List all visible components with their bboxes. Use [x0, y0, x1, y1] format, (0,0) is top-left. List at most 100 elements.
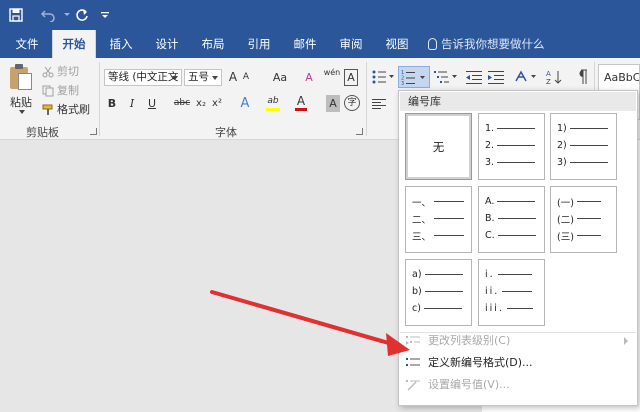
tile-line: 一、 [412, 195, 465, 209]
numbering-none-label: 无 [432, 139, 445, 154]
numbering-tile-lower-alpha[interactable]: a) b) c) [405, 259, 472, 326]
svg-text:A: A [546, 70, 551, 78]
tab-file[interactable]: 文件 [6, 30, 48, 58]
numbering-library-dropdown: 编号库 无 1. 2. 3. 1) 2) 3) 一、 二、 三、 A. B. C… [398, 90, 638, 406]
multilevel-list-button[interactable] [434, 70, 458, 87]
numbering-tile-chinese[interactable]: 一、 二、 三、 [405, 186, 472, 253]
phonetic-guide-button[interactable]: wén [322, 68, 342, 85]
asian-layout-icon [515, 70, 536, 82]
enclose-characters-button[interactable]: 字 [344, 95, 360, 111]
numbering-library-header: 编号库 [400, 92, 636, 111]
bold-button[interactable]: B [106, 95, 118, 112]
bullets-icon [372, 70, 394, 84]
lightbulb-icon [428, 38, 437, 50]
highlight-color-bar [266, 108, 280, 111]
tile-line: ii. [485, 285, 533, 298]
save-icon[interactable] [6, 5, 26, 25]
redo-icon[interactable] [72, 5, 92, 25]
set-numbering-value-item[interactable]: 设置编号值(V)... [400, 375, 636, 395]
text-effects-button[interactable]: A [238, 95, 252, 112]
italic-button[interactable]: I [126, 95, 138, 112]
font-color-button[interactable]: A [294, 93, 308, 111]
change-list-level-item[interactable]: 更改列表级别(C) [400, 331, 636, 351]
tile-line: 2. [485, 139, 536, 152]
highlight-button[interactable]: ab [264, 93, 282, 111]
svg-text:Z: Z [546, 78, 551, 85]
tab-layout[interactable]: 布局 [192, 30, 234, 58]
undo-icon[interactable] [38, 5, 60, 25]
strikethrough-button[interactable]: abc [172, 95, 192, 112]
undo-dropdown-icon[interactable] [62, 5, 72, 25]
tell-me-text: 告诉我你想要做什么 [441, 37, 545, 51]
superscript-button[interactable]: x² [210, 95, 224, 112]
tile-line: B. [485, 212, 536, 225]
customize-quick-access-icon[interactable] [98, 5, 112, 25]
tile-line: 三、 [412, 229, 465, 243]
paste-icon[interactable] [10, 64, 32, 90]
character-border-button[interactable]: A [344, 69, 358, 86]
tab-view[interactable]: 视图 [376, 30, 418, 58]
tab-design[interactable]: 设计 [146, 30, 188, 58]
tile-line: 1. [485, 122, 536, 135]
define-number-format-icon [406, 358, 420, 366]
define-new-number-format-item[interactable]: 定义新编号格式(D)... [400, 353, 636, 373]
numbering-tile-chinese-paren[interactable]: (一) (二) (三) [550, 186, 617, 253]
tile-line: A. [485, 195, 536, 208]
align-left-icon [372, 99, 386, 109]
increase-indent-icon [488, 71, 504, 84]
group-divider [366, 62, 367, 136]
tile-line: (三) [557, 229, 601, 243]
font-name-dropdown[interactable]: 等线 (中文正文 [104, 69, 182, 86]
align-left-button[interactable] [372, 98, 386, 113]
tab-home[interactable]: 开始 [52, 30, 96, 58]
shrink-font-button[interactable]: A [240, 69, 252, 86]
sort-icon: AZ [546, 70, 562, 86]
font-size-dropdown[interactable]: 五号 [184, 69, 222, 86]
tab-review[interactable]: 审阅 [330, 30, 372, 58]
clipboard-dialog-launcher-icon[interactable] [90, 128, 97, 135]
tile-line: iii. [485, 302, 533, 315]
set-numbering-value-icon [406, 380, 420, 391]
tab-insert[interactable]: 插入 [100, 30, 142, 58]
change-case-button[interactable]: Aa [268, 69, 292, 86]
cut-button[interactable]: 剪切 [42, 63, 79, 79]
underline-button[interactable]: U [146, 95, 158, 112]
numbering-none-tile[interactable]: 无 [405, 113, 472, 180]
character-shading-button[interactable]: A [326, 95, 340, 112]
bullets-button[interactable] [372, 70, 394, 87]
tile-line: a) [412, 268, 463, 281]
submenu-arrow-icon [624, 337, 628, 345]
ribbon-tabs: 文件 开始 插入 设计 布局 引用 邮件 审阅 视图 告诉我你想要做什么 [0, 30, 640, 58]
tile-line: 二、 [412, 212, 465, 226]
increase-indent-button[interactable] [488, 70, 504, 87]
sort-button[interactable]: AZ [546, 69, 562, 88]
tile-line: 1) [557, 122, 608, 135]
tab-references[interactable]: 引用 [238, 30, 280, 58]
tab-mailings[interactable]: 邮件 [284, 30, 326, 58]
show-hide-marks-button[interactable] [576, 69, 588, 88]
decrease-indent-button[interactable] [466, 70, 482, 87]
format-painter-button[interactable]: 格式刷 [42, 101, 90, 117]
group-divider [99, 62, 100, 136]
tile-line: 3. [485, 156, 536, 169]
tile-line: b) [412, 285, 463, 298]
paste-button[interactable]: 粘贴 [10, 94, 32, 110]
paste-dropdown-icon[interactable] [19, 110, 25, 114]
numbering-tile-upper-alpha[interactable]: A. B. C. [478, 186, 545, 253]
subscript-button[interactable]: x₂ [194, 95, 208, 112]
clipboard-group-label: 剪贴板 [26, 126, 59, 139]
copy-button[interactable]: 复制 [42, 82, 79, 98]
clear-formatting-button[interactable]: A [302, 69, 316, 86]
numbering-button[interactable]: 123 [398, 66, 430, 88]
font-dialog-launcher-icon[interactable] [356, 128, 363, 135]
numbering-icon: 123 [401, 70, 425, 87]
tile-line: c) [412, 302, 462, 315]
numbering-tile-lower-roman[interactable]: i. ii. iii. [478, 259, 545, 326]
numbering-tile-arabic-paren[interactable]: 1) 2) 3) [550, 113, 617, 180]
grow-font-button[interactable]: A [226, 69, 240, 86]
copy-icon [42, 85, 54, 97]
numbering-tile-arabic-dot[interactable]: 1. 2. 3. [478, 113, 545, 180]
asian-layout-button[interactable] [514, 69, 536, 88]
tell-me-box[interactable]: 告诉我你想要做什么 [428, 30, 545, 58]
tile-line: 2) [557, 139, 608, 152]
